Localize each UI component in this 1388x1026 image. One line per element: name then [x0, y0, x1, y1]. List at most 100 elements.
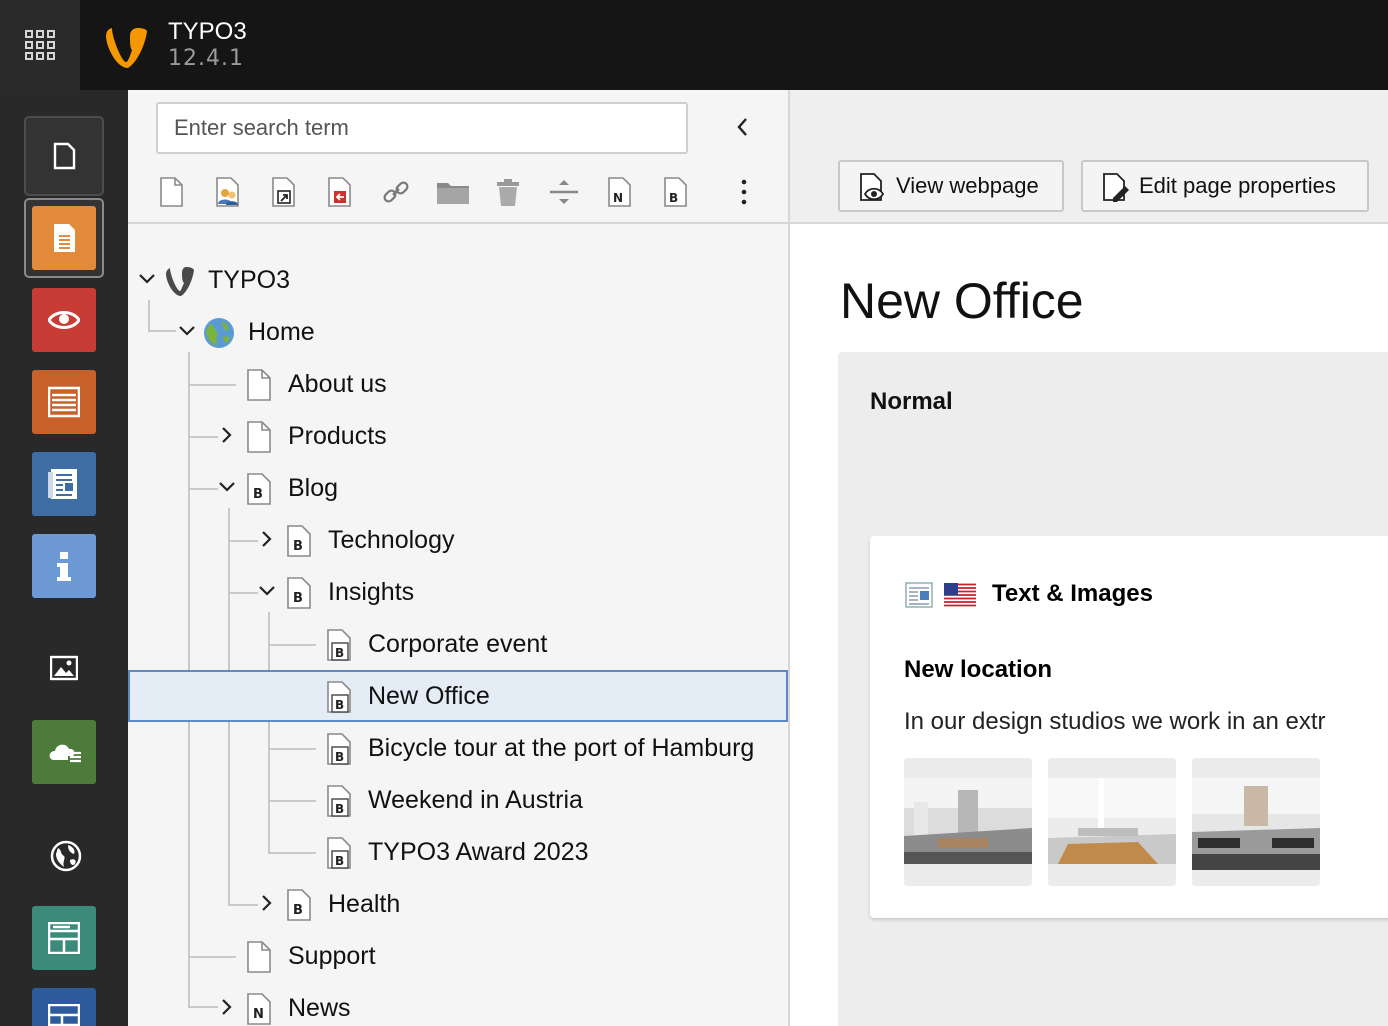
tree-node-about-us[interactable]: About us	[128, 358, 788, 410]
module-page[interactable]	[32, 124, 96, 188]
edit-page-properties-button[interactable]: Edit page properties	[1081, 160, 1369, 212]
page-icon	[53, 142, 76, 170]
tree-node-corporate-event[interactable]: B Corporate event	[128, 618, 788, 670]
new-page-icon	[160, 177, 183, 207]
collapse-tree-button[interactable]	[728, 112, 758, 142]
layout-icon	[48, 1004, 80, 1026]
top-bar: TYPO3 12.4.1	[0, 0, 1388, 90]
chevron-down-icon[interactable]	[176, 318, 198, 344]
tree-search-input[interactable]	[156, 102, 688, 154]
module-news[interactable]	[32, 452, 96, 516]
svg-text:B: B	[335, 698, 344, 712]
image-thumbnail[interactable]	[1192, 758, 1320, 886]
new-external-link-page-button[interactable]	[318, 170, 362, 214]
image-thumbnail[interactable]	[904, 758, 1032, 886]
tree-node-home[interactable]: Home	[128, 306, 788, 358]
tree-node-label: Technology	[328, 526, 455, 554]
module-forms[interactable]	[32, 720, 96, 784]
module-page-layout[interactable]	[32, 206, 96, 270]
module-media[interactable]	[32, 636, 96, 700]
new-spacer-button[interactable]	[542, 170, 586, 214]
blog-page-icon: B	[284, 524, 314, 562]
content-element[interactable]: Text & Images New location In our design…	[870, 536, 1388, 918]
chevron-down-icon[interactable]	[136, 266, 158, 292]
chevron-down-icon[interactable]	[216, 474, 238, 500]
module-menu	[0, 90, 128, 1026]
content-element-header: New location	[904, 656, 1053, 683]
chevron-right-icon[interactable]	[216, 422, 238, 448]
typo3-logo-icon	[162, 264, 196, 302]
page-module-content: New Office Normal Text & Images New loca…	[790, 224, 1388, 1026]
tree-node-health[interactable]: B Health	[128, 878, 788, 930]
chevron-right-icon[interactable]	[256, 526, 278, 552]
shortcut-icon	[272, 177, 295, 207]
tree-node-new-office[interactable]: B New Office	[128, 670, 788, 722]
tree-node-label: TYPO3 Award 2023	[368, 838, 589, 866]
more-actions-button[interactable]	[722, 170, 766, 214]
chevron-down-icon[interactable]	[256, 578, 278, 604]
page-title: New Office	[840, 273, 1084, 329]
tree-node-label: Blog	[288, 474, 339, 502]
brand: TYPO3 12.4.1	[168, 18, 247, 72]
news-folder-icon: N	[608, 177, 631, 207]
module-list[interactable]	[32, 370, 96, 434]
column-title: Normal	[870, 388, 953, 415]
new-news-folder-button[interactable]: N	[598, 170, 642, 214]
svg-text:B: B	[293, 539, 303, 554]
svg-text:B: B	[335, 646, 344, 660]
new-page-button[interactable]	[150, 170, 194, 214]
tree-node-label: Bicycle tour at the port of Hamburg	[368, 734, 755, 762]
view-webpage-button[interactable]: View webpage	[838, 160, 1064, 212]
image-thumbnail[interactable]	[1048, 758, 1176, 886]
tree-node-label: Home	[248, 318, 315, 346]
blog-post-icon: B	[324, 732, 354, 772]
tree-node-label: New Office	[368, 682, 490, 710]
info-icon	[57, 552, 71, 581]
tree-node-root[interactable]: TYPO3	[128, 254, 788, 306]
tree-node-label: Support	[288, 942, 376, 970]
tree-node-news[interactable]: N News	[128, 982, 788, 1026]
tree-node-blog[interactable]: B Blog	[128, 462, 788, 514]
tree-node-support[interactable]: Support	[128, 930, 788, 982]
blog-page-icon: B	[284, 576, 314, 614]
page-icon	[244, 368, 274, 406]
content-column-normal: Normal Text & Images New location In our…	[838, 352, 1388, 1026]
tree-node-label: News	[288, 994, 351, 1022]
chevron-right-icon[interactable]	[216, 994, 238, 1020]
svg-text:B: B	[669, 191, 678, 205]
svg-text:B: B	[335, 750, 344, 764]
tree-node-insights[interactable]: B Insights	[128, 566, 788, 618]
module-view[interactable]	[32, 288, 96, 352]
module-layout[interactable]	[32, 988, 96, 1026]
new-link-page-button[interactable]	[374, 170, 418, 214]
apps-menu-button[interactable]	[0, 0, 80, 90]
tree-node-weekend-in-austria[interactable]: B Weekend in Austria	[128, 774, 788, 826]
new-folder-button[interactable]	[430, 170, 474, 214]
tree-node-typo3-award-2023[interactable]: B TYPO3 Award 2023	[128, 826, 788, 878]
module-sites[interactable]	[32, 822, 96, 886]
new-shortcut-page-button[interactable]	[262, 170, 306, 214]
content-element-type: Text & Images	[992, 580, 1153, 607]
news-page-icon: N	[244, 992, 274, 1026]
new-blog-page-button[interactable]: B	[654, 170, 698, 214]
chevron-right-icon[interactable]	[256, 890, 278, 916]
typo3-logo-icon[interactable]	[100, 22, 150, 72]
tree-node-technology[interactable]: B Technology	[128, 514, 788, 566]
new-backend-user-page-button[interactable]	[206, 170, 250, 214]
recycler-button[interactable]	[486, 170, 530, 214]
module-info[interactable]	[32, 534, 96, 598]
svg-text:B: B	[335, 802, 344, 816]
tree-node-label: Products	[288, 422, 387, 450]
module-templates[interactable]	[32, 906, 96, 970]
tree-node-products[interactable]: Products	[128, 410, 788, 462]
tree-node-label: About us	[288, 370, 387, 398]
cloud-list-icon	[49, 744, 81, 763]
spacer-icon	[550, 180, 578, 204]
tree-node-label: Weekend in Austria	[368, 786, 583, 814]
tree-node-label: Insights	[328, 578, 415, 606]
view-page-icon	[860, 173, 885, 201]
blog-post-icon: B	[324, 836, 354, 876]
tree-node-bicycle-tour[interactable]: B Bicycle tour at the port of Hamburg	[128, 722, 788, 774]
blog-post-icon: B	[324, 680, 354, 720]
app-name: TYPO3	[168, 18, 247, 45]
